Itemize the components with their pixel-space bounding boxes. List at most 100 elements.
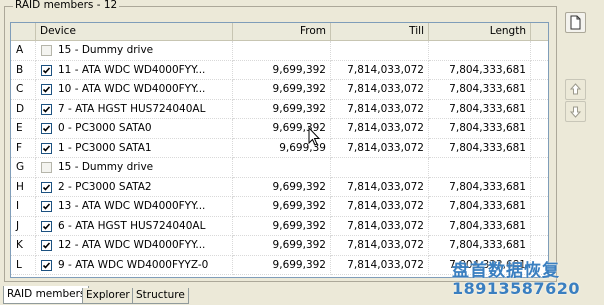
row-id: H: [11, 177, 36, 197]
filler-cell: [531, 178, 548, 197]
table-row[interactable]: C 10 - ATA WDC WD4000FYY... 9,699,392 7,814…: [11, 80, 548, 100]
length-cell: 7,804,333,681: [429, 99, 531, 119]
table-row[interactable]: A 15 - Dummy drive: [11, 41, 548, 61]
filler-cell: [531, 41, 548, 61]
till-cell: 7,814,033,072: [331, 80, 429, 100]
length-cell: 7,804,333,681: [429, 119, 531, 139]
device-name: 2 - PC3000 SATA2: [58, 180, 152, 193]
table-row[interactable]: B 11 - ATA WDC WD4000FYY... 9,699,392 7,814…: [11, 60, 548, 80]
column-header-length[interactable]: Length: [429, 23, 531, 40]
till-cell: 7,814,033,072: [331, 99, 429, 119]
new-document-icon: [566, 15, 585, 35]
row-id: E: [11, 119, 36, 139]
till-cell: 7,814,033,072: [331, 138, 429, 158]
table-row[interactable]: I 13 - ATA WDC WD4000FYY... 9,699,392 7,814…: [11, 197, 548, 217]
table-row[interactable]: K 12 - ATA WDC WD4000FYY... 9,699,392 7,814…: [11, 236, 548, 256]
checkmark-icon: [42, 203, 51, 210]
checkmark-icon: [42, 86, 51, 93]
member-checkbox[interactable]: [41, 259, 52, 271]
member-checkbox[interactable]: [41, 201, 52, 212]
column-header-id[interactable]: [11, 23, 36, 40]
column-header-till[interactable]: Till: [331, 23, 429, 40]
row-id: B: [11, 60, 36, 80]
member-checkbox[interactable]: [41, 142, 52, 154]
table-row[interactable]: D 7 - ATA HGST HUS724040AL 9,699,392 7,814,…: [11, 99, 548, 119]
checkmark-icon: [42, 261, 51, 269]
member-checkbox[interactable]: [41, 103, 52, 115]
device-name: 6 - ATA HGST HUS724040AL: [58, 219, 206, 232]
member-checkbox[interactable]: [41, 240, 52, 251]
from-cell: 9,699,392: [233, 99, 331, 119]
table-row[interactable]: H 2 - PC3000 SATA2 9,699,392 7,814,033,072 7…: [11, 177, 548, 197]
table-row[interactable]: G 15 - Dummy drive: [11, 158, 548, 178]
table-row[interactable]: J 6 - ATA HGST HUS724040AL 9,699,392 7,814,…: [11, 216, 548, 236]
row-id: K: [11, 236, 36, 256]
till-cell: 7,814,033,072: [331, 177, 429, 197]
device-cell: 11 - ATA WDC WD4000FYY...: [36, 60, 233, 80]
column-header-device[interactable]: Device: [36, 23, 233, 40]
filler-cell: [531, 236, 548, 256]
filler-cell: [531, 100, 548, 119]
watermark: 盘首数据恢复 18913587620: [452, 262, 580, 297]
filler-cell: [531, 197, 548, 217]
length-cell: [429, 41, 531, 61]
device-cell: 2 - PC3000 SATA2: [36, 177, 233, 197]
till-cell: [331, 41, 429, 61]
row-id: G: [11, 158, 36, 178]
move-down-button[interactable]: [565, 101, 586, 122]
from-cell: 9,699,392: [233, 60, 331, 80]
length-cell: 7,804,333,681: [429, 216, 531, 236]
checkmark-icon: [42, 144, 51, 152]
checkmark-icon: [42, 125, 51, 132]
raid-members-list[interactable]: Device From Till Length A 15 - Dummy driv…: [10, 22, 549, 278]
member-checkbox[interactable]: [41, 220, 52, 232]
from-cell: [233, 158, 331, 178]
table-row[interactable]: E0 - PC3000 SATA0 9,699,392 7,814,033,072 7…: [11, 119, 548, 139]
device-cell: 15 - Dummy drive: [36, 158, 233, 178]
row-id: A: [11, 41, 36, 61]
from-cell: 9,699,392: [233, 255, 331, 275]
length-cell: [429, 158, 531, 178]
device-name: 10 - ATA WDC WD4000FYY...: [58, 83, 206, 95]
member-checkbox[interactable]: [41, 45, 52, 56]
from-cell: 9,699,392: [233, 177, 331, 197]
device-name: 1 - PC3000 SATA1: [58, 141, 152, 154]
tab-structure[interactable]: Structure: [132, 288, 189, 304]
mouse-cursor-icon: [308, 126, 321, 150]
device-cell: 0 - PC3000 SATA0: [36, 119, 233, 139]
till-cell: 7,814,033,072: [331, 255, 429, 275]
checkmark-icon: [42, 105, 51, 113]
column-header-filler: [531, 23, 548, 40]
member-checkbox[interactable]: [41, 84, 52, 95]
from-cell: 9,699,392: [233, 80, 331, 100]
watermark-company: 盘首数据恢复: [452, 261, 560, 281]
checkmark-icon: [42, 183, 51, 191]
device-cell: 10 - ATA WDC WD4000FYY...: [36, 80, 233, 100]
group-title: RAID members - 12: [13, 0, 120, 11]
member-checkbox[interactable]: [41, 123, 52, 134]
device-cell: 13 - ATA WDC WD4000FYY...: [36, 197, 233, 217]
device-name: 9 - ATA WDC WD4000FYYZ-0: [58, 258, 209, 271]
till-cell: 7,814,033,072: [331, 197, 429, 217]
member-checkbox[interactable]: [41, 64, 52, 76]
member-checkbox[interactable]: [41, 162, 52, 173]
from-cell: 9,699,392: [233, 216, 331, 236]
column-header-from[interactable]: From: [233, 23, 331, 40]
tab-explorer[interactable]: Explorer: [82, 288, 134, 304]
till-cell: [331, 158, 429, 178]
filler-cell: [531, 158, 548, 178]
member-checkbox[interactable]: [41, 181, 52, 193]
device-name: 15 - Dummy drive: [58, 44, 154, 56]
table-row[interactable]: F1 - PC3000 SATA1 9,699,39 7,814,033,072 7,…: [11, 138, 548, 158]
row-id: I: [11, 197, 36, 217]
watermark-phone: 18913587620: [452, 279, 580, 298]
tab-raid-members[interactable]: RAID members: [3, 286, 90, 304]
device-cell: 12 - ATA WDC WD4000FYY...: [36, 236, 233, 256]
new-member-button[interactable]: [565, 12, 586, 33]
move-up-button[interactable]: [565, 79, 586, 100]
length-cell: 7,804,333,681: [429, 236, 531, 256]
device-name: 13 - ATA WDC WD4000FYY...: [58, 200, 206, 212]
from-cell: 9,699,392: [233, 236, 331, 256]
row-id: C: [11, 80, 36, 100]
device-cell: 7 - ATA HGST HUS724040AL: [36, 99, 233, 119]
